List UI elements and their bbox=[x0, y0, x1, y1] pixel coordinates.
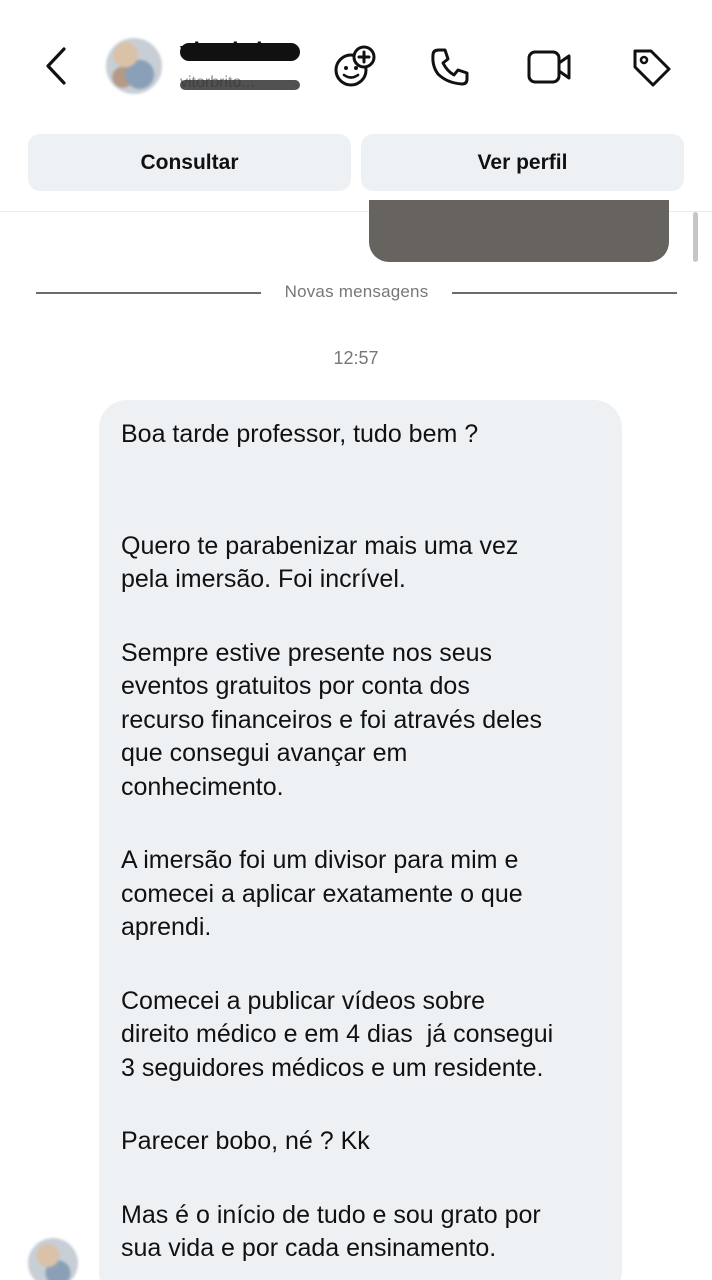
message-line: Quero te parabenizar mais uma vez bbox=[121, 531, 519, 560]
label-button[interactable] bbox=[628, 44, 674, 90]
back-button[interactable] bbox=[36, 44, 76, 88]
message-line: comecei a aplicar exatamente o que bbox=[121, 879, 523, 908]
message-line: eventos gratuitos por conta dos bbox=[121, 672, 470, 700]
message-line: A imersão foi um divisor para mim e bbox=[121, 846, 519, 874]
tag-icon bbox=[633, 49, 671, 87]
video-call-button[interactable] bbox=[526, 44, 572, 90]
message-line: que consegui avançar em bbox=[121, 739, 408, 767]
chat-screen: vitorbri... vitorbrito... Consultar Ver … bbox=[0, 0, 712, 1280]
contact-avatar[interactable] bbox=[106, 38, 162, 94]
divider-line-right bbox=[452, 292, 677, 294]
message-line: conhecimento. bbox=[121, 772, 284, 801]
sender-avatar[interactable] bbox=[28, 1238, 78, 1280]
video-camera-icon bbox=[527, 50, 571, 84]
message-line: recurso financeiros e foi através deles bbox=[121, 705, 543, 734]
message-line: sua vida e por cada ensinamento. bbox=[121, 1234, 497, 1262]
add-member-button[interactable] bbox=[331, 44, 377, 90]
consult-button[interactable]: Consultar bbox=[28, 134, 351, 191]
call-button[interactable] bbox=[427, 44, 473, 90]
message-timestamp: 12:57 bbox=[333, 348, 379, 368]
incoming-message-bubble[interactable]: Boa tarde professor, tudo bem ? Quero te… bbox=[99, 400, 622, 1280]
message-line: Boa tarde professor, tudo bem ? bbox=[121, 420, 479, 448]
add-person-icon bbox=[334, 45, 376, 87]
scrollbar-thumb[interactable] bbox=[693, 212, 698, 262]
phone-icon bbox=[431, 48, 469, 86]
previous-media-message[interactable] bbox=[369, 200, 669, 262]
contact-handle[interactable]: vitorbrito... bbox=[180, 74, 304, 94]
message-line: direito médico e em 4 dias já consegui bbox=[121, 1020, 554, 1048]
message-line: Parecer bobo, né ? Kk bbox=[121, 1127, 370, 1155]
contact-name[interactable]: vitorbri... bbox=[180, 38, 302, 66]
view-profile-button[interactable]: Ver perfil bbox=[361, 134, 684, 191]
message-line: Comecei a publicar vídeos sobre bbox=[121, 986, 486, 1015]
message-line: Mas é o início de tudo e sou grato por bbox=[121, 1200, 541, 1229]
message-line: Sempre estive presente nos seus bbox=[121, 638, 493, 667]
message-line: pela imersão. Foi incrível. bbox=[121, 565, 406, 593]
chat-header: vitorbri... vitorbrito... bbox=[0, 0, 712, 125]
message-line: aprendi. bbox=[121, 913, 212, 941]
message-line: 3 seguidores médicos e um residente. bbox=[121, 1053, 544, 1082]
profile-actions: Consultar Ver perfil bbox=[28, 134, 684, 191]
new-messages-divider: Novas mensagens bbox=[36, 282, 677, 304]
chevron-left-icon bbox=[46, 47, 66, 85]
